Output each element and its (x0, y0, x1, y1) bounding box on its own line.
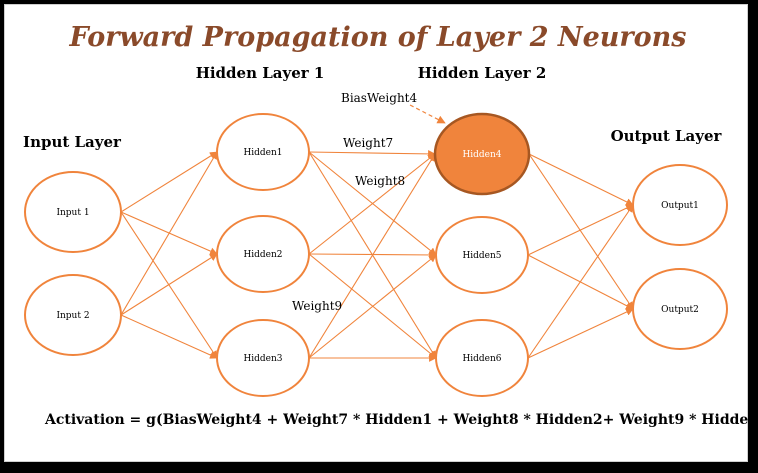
node-hidden2: Hidden2 (216, 215, 310, 293)
node-hidden3-label: Hidden3 (243, 354, 282, 364)
node-input1: Input 1 (24, 171, 122, 253)
node-input2-label: Input 2 (56, 311, 89, 321)
node-hidden1: Hidden1 (216, 113, 310, 191)
weight9-label: Weight9 (292, 299, 342, 313)
hidden2-output-edge-3-1 (527, 204, 634, 359)
network-diagram: Forward Propagation of Layer 2 Neurons I… (23, 22, 758, 428)
node-output2: Output2 (632, 268, 728, 350)
node-input2: Input 2 (24, 274, 122, 356)
bias-arrow (409, 104, 446, 124)
activation-formula: Activation = g(BiasWeight4 + Weight7 * H… (44, 412, 758, 428)
node-input1-label: Input 1 (56, 208, 89, 218)
input-layer-label: Input Layer (23, 133, 122, 151)
hidden2-output-edge-1-2 (528, 153, 634, 310)
hidden2-output-edge-2-1 (527, 204, 634, 256)
node-hidden5: Hidden5 (435, 216, 529, 294)
node-hidden6-label: Hidden6 (462, 354, 501, 364)
node-hidden4-label: Hidden4 (462, 150, 501, 160)
hidden-layer-1-label: Hidden Layer 1 (196, 64, 325, 82)
weight7-label: Weight7 (343, 136, 393, 150)
node-hidden4: Hidden4 (433, 112, 531, 196)
node-hidden2-label: Hidden2 (243, 250, 282, 260)
node-hidden3: Hidden3 (216, 319, 310, 397)
bias-weight-label: BiasWeight4 (341, 91, 417, 105)
diagram-title: Forward Propagation of Layer 2 Neurons (69, 22, 687, 53)
hidden2-output-edge-1-1 (528, 153, 634, 206)
weight8-label: Weight8 (355, 174, 405, 188)
output-layer-label: Output Layer (611, 127, 723, 145)
node-output2-label: Output2 (661, 305, 699, 315)
node-hidden6: Hidden6 (435, 319, 529, 397)
node-output1-label: Output1 (661, 201, 699, 211)
node-output1: Output1 (632, 164, 728, 246)
hidden-layer-2-label: Hidden Layer 2 (418, 64, 547, 82)
node-hidden5-label: Hidden5 (462, 251, 501, 261)
hidden2-output-edge-3-2 (527, 308, 634, 359)
node-hidden1-label: Hidden1 (243, 148, 282, 158)
input-hidden1-edge-1-1 (120, 151, 218, 213)
input-hidden1-edge-2-2 (120, 253, 218, 316)
hidden1-hidden2-edge-1-1 (308, 150, 436, 158)
